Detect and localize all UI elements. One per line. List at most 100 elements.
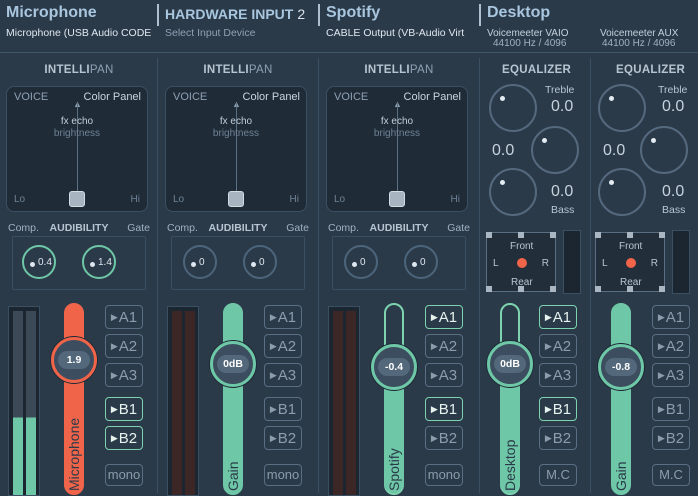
bus-b2-button[interactable]: ▶B2 (264, 426, 302, 450)
bus-a3-button[interactable]: ▶A3 (539, 363, 577, 387)
gate-knob[interactable]: 0 (404, 245, 438, 279)
section-title-desktop[interactable]: Desktop (487, 4, 550, 22)
bus-a1-button[interactable]: ▶A1 (652, 305, 690, 329)
strip-hardware-input-2: HARDWARE INPUT 2 Select Input Device INTE… (159, 0, 317, 496)
bus-b2-button[interactable]: ▶B2 (539, 426, 577, 450)
play-icon: ▶ (110, 404, 118, 414)
gain-fader-knob[interactable]: -0.4 (371, 344, 417, 390)
gain-fader-knob[interactable]: 0dB (210, 341, 256, 387)
bus-b2-button[interactable]: ▶B2 (105, 426, 143, 450)
intellipan-panel[interactable]: VOICE Color Panel ▲ fx echo brightness L… (165, 86, 307, 212)
mid-knob[interactable] (640, 126, 688, 174)
play-icon: ▶ (657, 433, 665, 443)
color-panel-label[interactable]: Color Panel (84, 91, 141, 103)
mono-button[interactable]: mono (425, 464, 463, 486)
strip-title[interactable]: HARDWARE INPUT 2 (165, 6, 305, 22)
pan-handle[interactable] (69, 191, 85, 207)
bass-label: Bass (551, 204, 575, 216)
meter-right-bar (185, 311, 195, 495)
gain-fader-knob[interactable]: 1.9 (51, 337, 97, 383)
intellipan-panel[interactable]: VOICE Color Panel ▲ fx echo brightness L… (326, 86, 468, 212)
knob-indicator (90, 262, 95, 267)
knob-indicator (500, 180, 505, 185)
pan-position-dot[interactable] (626, 258, 636, 268)
bus-b1-button[interactable]: ▶B1 (425, 397, 463, 421)
bass-knob[interactable] (598, 168, 646, 216)
bus-b1-button[interactable]: ▶B1 (105, 397, 143, 421)
mono-button[interactable]: mono (105, 464, 143, 486)
strip-title[interactable]: Spotify (326, 4, 380, 22)
gate-label: Gate (286, 222, 309, 234)
play-icon: ▶ (430, 370, 438, 380)
play-icon: ▶ (269, 404, 277, 414)
gain-fader-knob[interactable]: -0.8 (598, 344, 644, 390)
bus-a2-button[interactable]: ▶A2 (264, 334, 302, 358)
meter-left-bar (13, 311, 23, 495)
strip-device-select[interactable]: Microphone (USB Audio CODE (6, 27, 156, 39)
knob-indicator (609, 180, 614, 185)
comp-knob[interactable]: 0 (344, 245, 378, 279)
bus-a1-button[interactable]: ▶A1 (425, 305, 463, 329)
gate-knob[interactable]: 1.4 (82, 245, 116, 279)
virtual-format: 44100 Hz / 4096 (493, 38, 567, 49)
voice-label[interactable]: VOICE (173, 91, 207, 103)
intellipan-title: INTELLIPAN (44, 64, 114, 76)
virtual-strip-vaio: Desktop Voicemeeter VAIO 44100 Hz / 4096… (481, 0, 589, 495)
bus-b1-button[interactable]: ▶B1 (264, 397, 302, 421)
color-panel-label[interactable]: Color Panel (243, 91, 300, 103)
comp-value: 0 (360, 257, 366, 268)
voice-label[interactable]: VOICE (14, 91, 48, 103)
strip-device-select[interactable]: CABLE Output (VB-Audio Virt (326, 27, 476, 39)
bus-b1-button[interactable]: ▶B1 (652, 397, 690, 421)
pan-position-dot[interactable] (517, 258, 527, 268)
color-panel-label[interactable]: Color Panel (404, 91, 461, 103)
bus-a2-button[interactable]: ▶A2 (539, 334, 577, 358)
intellipan-panel[interactable]: VOICE Color Panel ▲ fx echo brightness L… (6, 86, 148, 212)
left-label: L (602, 258, 608, 269)
surround-panner[interactable]: Front L R Rear (486, 232, 556, 292)
equalizer-title[interactable]: EQUALIZER (616, 64, 685, 76)
bus-a2-button[interactable]: ▶A2 (652, 334, 690, 358)
fader-value: -0.4 (378, 358, 410, 376)
comp-knob[interactable]: 0.4 (22, 245, 56, 279)
bus-a3-button[interactable]: ▶A3 (105, 363, 143, 387)
output-meter (672, 230, 690, 294)
pan-handle[interactable] (389, 191, 405, 207)
output-meter (563, 230, 581, 294)
knob-indicator (542, 138, 547, 143)
bus-a3-button[interactable]: ▶A3 (264, 363, 302, 387)
gate-knob[interactable]: 0 (243, 245, 277, 279)
mc-button[interactable]: M.C (652, 464, 690, 486)
comp-knob[interactable]: 0 (183, 245, 217, 279)
surround-panner[interactable]: Front L R Rear (595, 232, 665, 292)
bus-a1-button[interactable]: ▶A1 (264, 305, 302, 329)
bus-b1-button[interactable]: ▶B1 (539, 397, 577, 421)
bus-b2-button[interactable]: ▶B2 (425, 426, 463, 450)
bus-a2-button[interactable]: ▶A2 (105, 334, 143, 358)
brightness-label: brightness (53, 128, 101, 139)
treble-knob[interactable] (598, 84, 646, 132)
equalizer-title[interactable]: EQUALIZER (502, 64, 571, 76)
bus-a3-button[interactable]: ▶A3 (652, 363, 690, 387)
fader-value: 0dB (494, 355, 526, 373)
bus-b2-button[interactable]: ▶B2 (652, 426, 690, 450)
bus-a2-button[interactable]: ▶A2 (425, 334, 463, 358)
bass-knob[interactable] (489, 168, 537, 216)
strip-device-select[interactable]: Select Input Device (165, 27, 315, 39)
knob-indicator (412, 262, 417, 267)
lo-label: Lo (173, 194, 185, 205)
mc-button[interactable]: M.C (539, 464, 577, 486)
bus-a3-button[interactable]: ▶A3 (425, 363, 463, 387)
voice-label[interactable]: VOICE (334, 91, 368, 103)
pan-handle[interactable] (228, 191, 244, 207)
mono-button[interactable]: mono (264, 464, 302, 486)
fader-value: 1.9 (58, 351, 90, 369)
treble-knob[interactable] (489, 84, 537, 132)
hi-label: Hi (130, 194, 140, 205)
bass-value: 0.0 (662, 183, 685, 200)
bus-a1-button[interactable]: ▶A1 (105, 305, 143, 329)
bus-a1-button[interactable]: ▶A1 (539, 305, 577, 329)
strip-title[interactable]: Microphone (6, 4, 97, 22)
mid-knob[interactable] (531, 126, 579, 174)
gain-fader-knob[interactable]: 0dB (487, 341, 533, 387)
